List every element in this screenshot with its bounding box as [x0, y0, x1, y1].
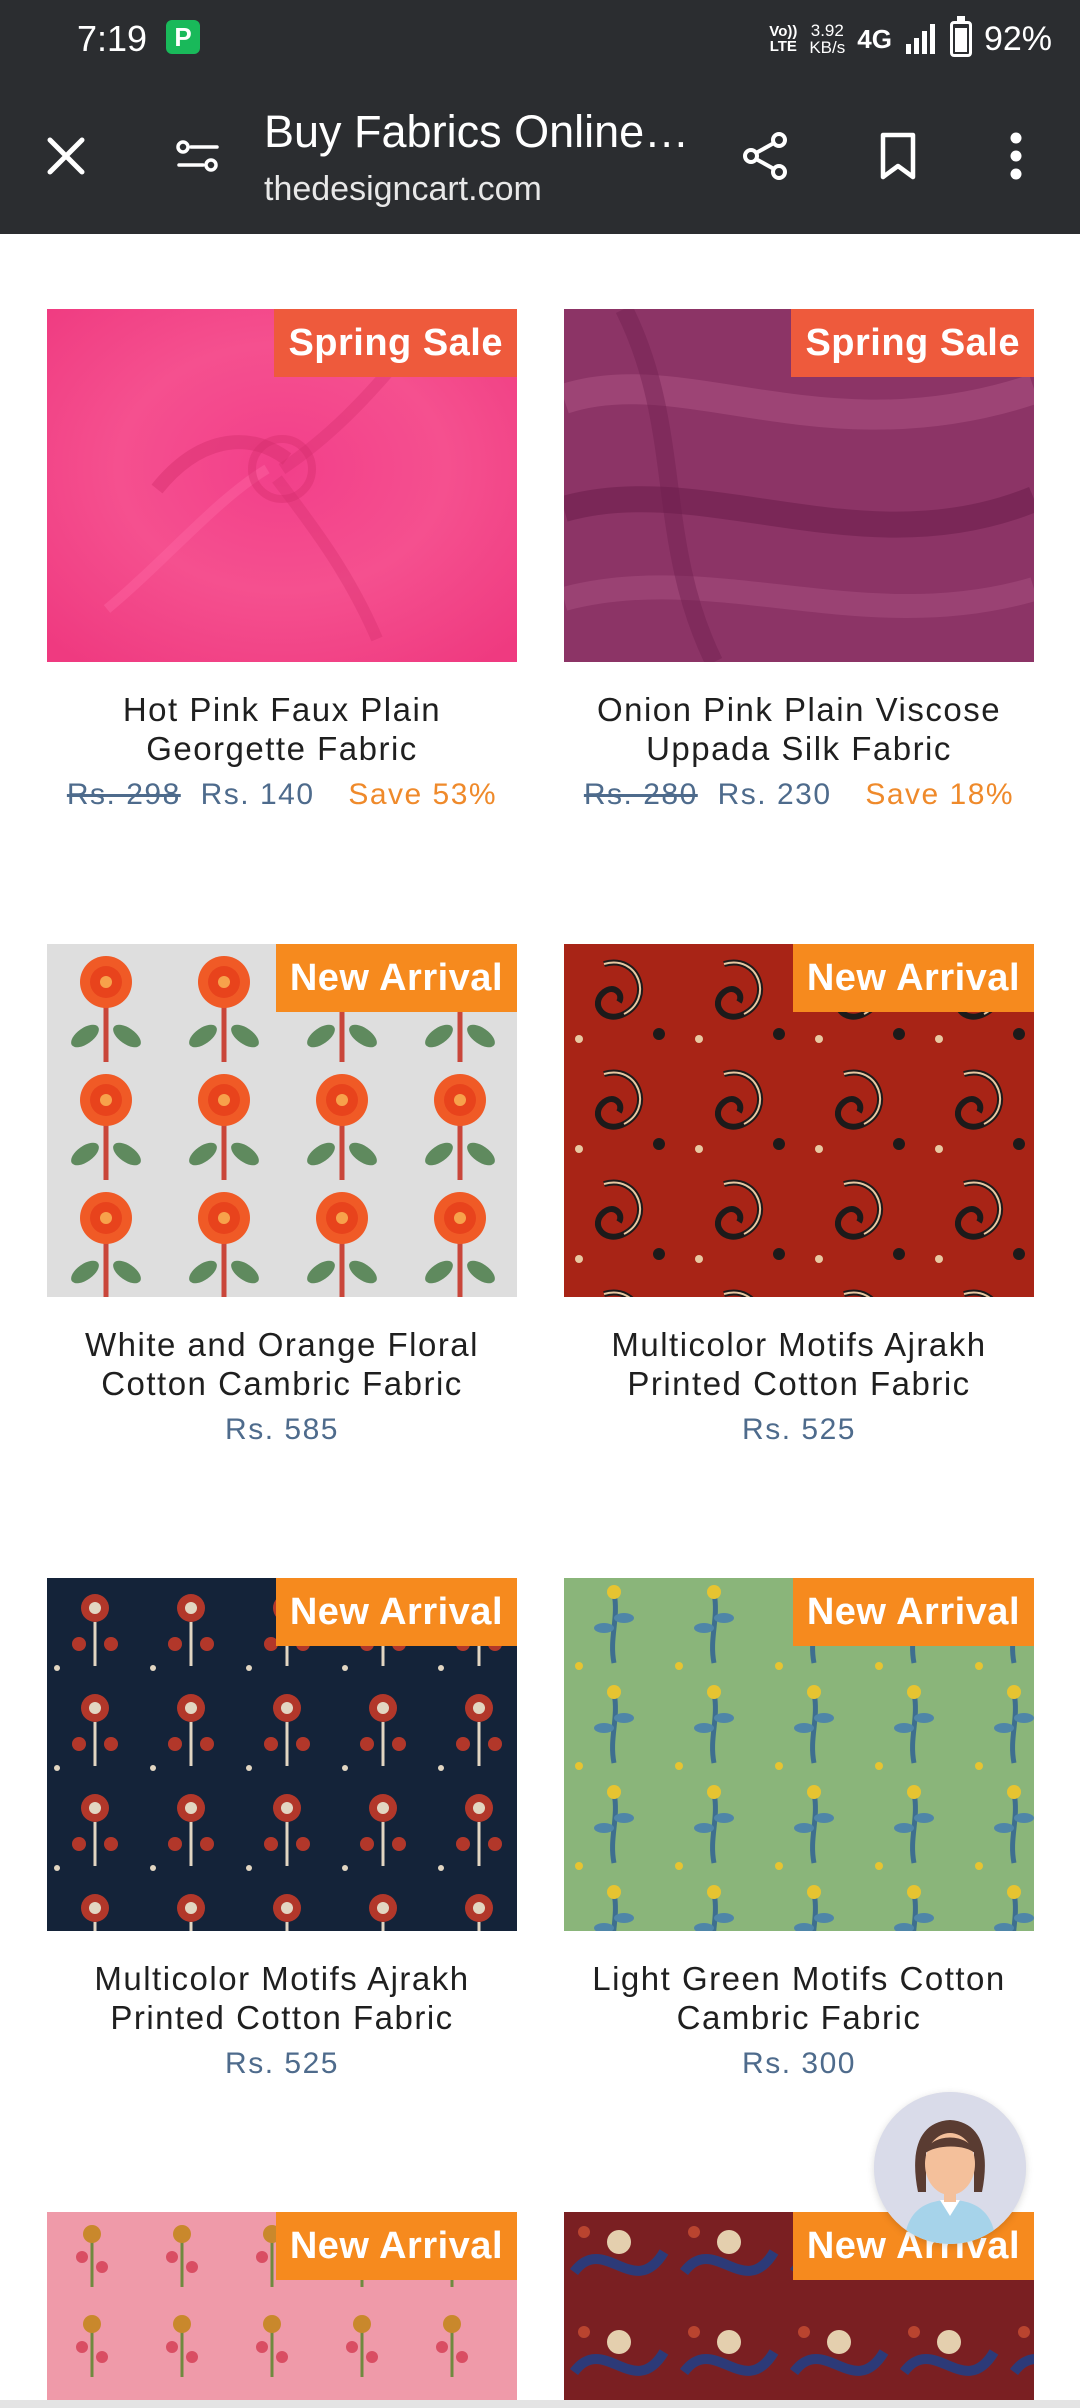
badge: New Arrival	[275, 1578, 517, 1646]
product-title[interactable]: Onion Pink Plain Viscose Uppada Silk Fab…	[564, 690, 1034, 768]
price: Rs. 525	[742, 1413, 856, 1446]
original-price: Rs. 298	[66, 778, 181, 811]
product-image[interactable]: New Arrival	[564, 1578, 1034, 1931]
bookmark-button[interactable]	[860, 118, 936, 194]
product-card[interactable]: New Arrival White and Orange Floral Cott…	[47, 944, 517, 1447]
network-type: 4G	[857, 23, 892, 54]
product-image[interactable]: New Arrival	[47, 1578, 517, 1931]
page-url: thedesigncart.com	[264, 170, 542, 208]
status-time: 7:19	[77, 18, 148, 59]
product-title[interactable]: Hot Pink Faux Plain Georgette Fabric	[47, 690, 517, 768]
more-options-button[interactable]	[978, 118, 1054, 194]
share-icon	[743, 132, 787, 180]
price-row: Rs. 525	[47, 2047, 517, 2081]
badge: New Arrival	[792, 944, 1034, 1012]
original-price: Rs. 280	[583, 778, 698, 811]
status-indicators: Vo)) LTE 3.92 KB/s 4G 92%	[769, 14, 1052, 64]
signal-icon	[905, 24, 935, 54]
price: Rs. 300	[742, 2047, 856, 2080]
badge: New Arrival	[275, 2212, 517, 2280]
price-row: Rs. 300	[564, 2047, 1034, 2081]
product-image[interactable]: New Arrival	[47, 944, 517, 1297]
badge: Spring Sale	[791, 309, 1034, 377]
price-row: Rs. 525	[564, 1413, 1034, 1447]
bookmark-icon	[880, 132, 916, 180]
chat-avatar-icon	[874, 2092, 1026, 2244]
product-title[interactable]: Multicolor Motifs Ajrakh Printed Cotton …	[564, 1325, 1034, 1403]
product-title[interactable]: White and Orange Floral Cotton Cambric F…	[47, 1325, 517, 1403]
product-card[interactable]: New Arrival Multicolor Motifs Ajrakh Pri…	[47, 1578, 517, 2081]
sale-price: Rs. 140	[200, 778, 315, 811]
sale-price: Rs. 230	[717, 778, 832, 811]
product-title[interactable]: Multicolor Motifs Ajrakh Printed Cotton …	[47, 1959, 517, 2037]
badge: Spring Sale	[274, 309, 517, 377]
product-card[interactable]: Spring Sale Onion Pink Plain Viscose Upp…	[564, 309, 1034, 812]
save-percent: Save 53%	[348, 778, 498, 811]
site-settings-button[interactable]	[160, 118, 236, 194]
share-button[interactable]	[728, 118, 804, 194]
status-bar: 7:19 P Vo)) LTE 3.92 KB/s 4G 92%	[0, 0, 1080, 78]
site-settings-icon	[176, 140, 219, 172]
product-image[interactable]: Spring Sale	[47, 309, 517, 662]
custom-tab-toolbar: Buy Fabrics Online… thedesigncart.com	[0, 78, 1080, 234]
close-button[interactable]	[28, 118, 104, 194]
product-image[interactable]: New Arrival	[564, 944, 1034, 1297]
product-card[interactable]: Spring Sale Hot Pink Faux Plain Georgett…	[47, 309, 517, 812]
badge: New Arrival	[275, 944, 517, 1012]
price: Rs. 525	[225, 2047, 339, 2080]
chat-widget-button[interactable]	[874, 2092, 1026, 2244]
more-vert-icon	[1010, 132, 1022, 180]
price-row: Rs. 585	[47, 1413, 517, 1447]
close-icon	[47, 137, 85, 175]
product-title[interactable]: Light Green Motifs Cotton Cambric Fabric	[564, 1959, 1034, 2037]
bottom-divider	[0, 2400, 1080, 2408]
volte-icon: Vo)) LTE	[769, 23, 798, 55]
battery-icon	[949, 16, 972, 57]
product-image[interactable]: New Arrival	[47, 2212, 517, 2400]
price-row: Rs. 280 Rs. 230 Save 18%	[564, 778, 1034, 812]
battery-level	[954, 28, 967, 52]
net-speed: 3.92 KB/s	[809, 21, 846, 57]
product-card[interactable]: New Arrival	[47, 2212, 517, 2400]
page-title: Buy Fabrics Online…	[264, 106, 690, 157]
save-percent: Save 18%	[865, 778, 1015, 811]
battery-percent: 92%	[983, 19, 1052, 58]
price-row: Rs. 298 Rs. 140 Save 53%	[47, 778, 517, 812]
price: Rs. 585	[225, 1413, 339, 1446]
app-notification-icon: P	[166, 20, 200, 54]
badge: New Arrival	[792, 1578, 1034, 1646]
product-card[interactable]: New Arrival Multicolor Motifs Ajrakh Pri…	[564, 944, 1034, 1447]
product-card[interactable]: New Arrival Light Green Motifs Cotton Ca…	[564, 1578, 1034, 2081]
product-image[interactable]: Spring Sale	[564, 309, 1034, 662]
